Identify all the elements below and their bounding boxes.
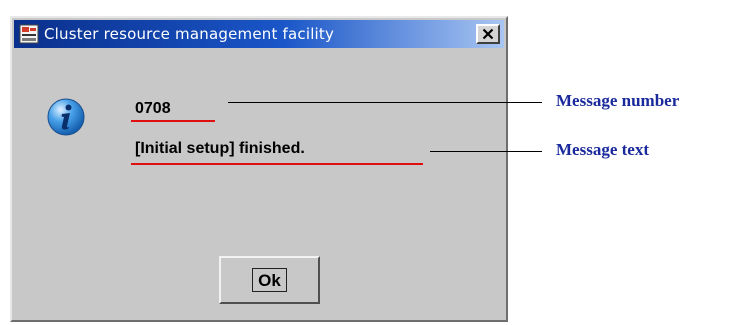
message-text: [Initial setup] finished. [135,140,305,157]
close-button[interactable] [476,24,500,44]
screenshot-stage: Cluster resource management facility 070… [0,0,746,325]
message-number-underline [131,120,215,122]
message-number-callout-line [228,102,542,103]
message-number: 0708 [135,100,171,117]
message-text-callout-line [430,151,542,152]
message-number-annotation: Message number [556,91,680,110]
message-dialog: Cluster resource management facility 070… [10,16,508,322]
dialog-title: Cluster resource management facility [44,25,335,43]
close-icon [482,28,494,40]
info-icon [47,98,85,136]
message-text-annotation: Message text [556,140,649,159]
message-text-underline [131,163,423,165]
dialog-titlebar[interactable]: Cluster resource management facility [14,20,504,48]
app-window-icon [19,24,39,44]
ok-button-label: Ok [252,268,287,292]
ok-button[interactable]: Ok [219,256,320,304]
